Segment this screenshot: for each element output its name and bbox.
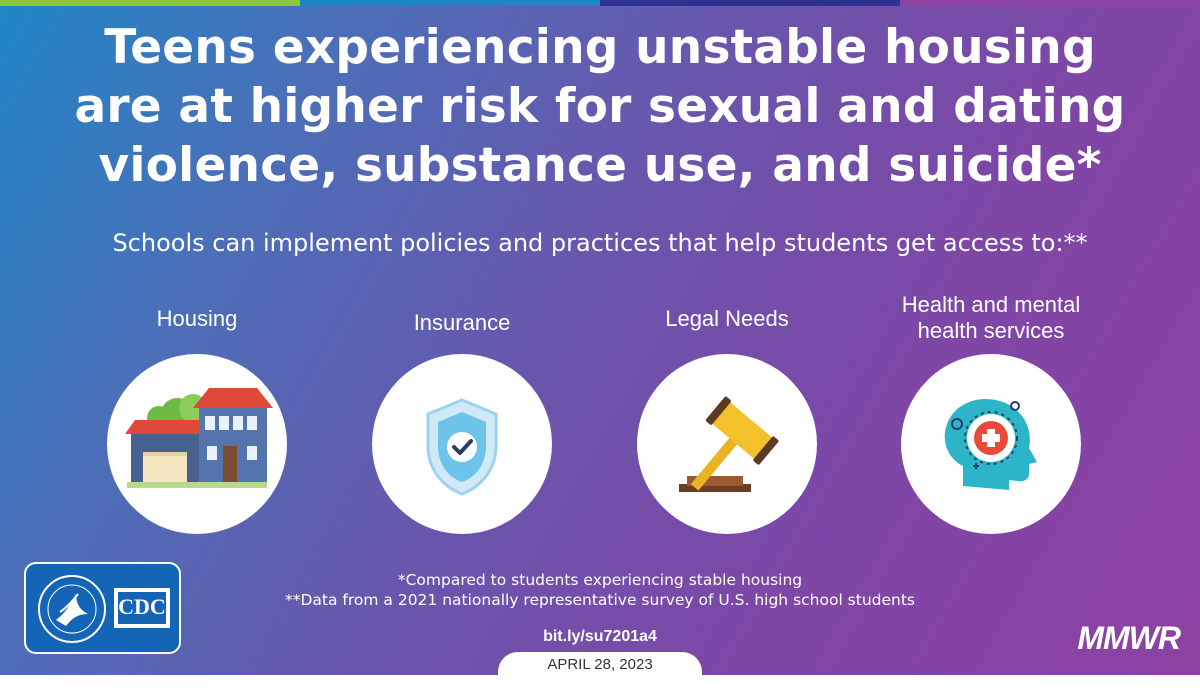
item-insurance: Insurance: [322, 290, 602, 540]
headline-line-2: are at higher risk for sexual and dating: [74, 79, 1126, 134]
cdc-wordmark: CDC: [118, 594, 166, 619]
report-link[interactable]: bit.ly/su7201a4: [450, 628, 750, 646]
footnote-1: *Compared to students experiencing stabl…: [397, 571, 803, 589]
item-label: Insurance: [413, 310, 511, 335]
item-legal-needs: Legal Needs: [587, 290, 867, 540]
headline-line-3: violence, substance use, and suicide*: [98, 138, 1102, 193]
mmwr-logo: MMWR: [1077, 620, 1181, 656]
hhs-cdc-logo: CDC: [24, 562, 181, 654]
hhs-eagle-icon: [38, 575, 106, 643]
publication-date: APRIL 28, 2023: [547, 656, 653, 673]
item-label: Health and mental health services: [851, 292, 1131, 344]
item-label: Legal Needs: [665, 306, 789, 331]
footnotes: *Compared to students experiencing stabl…: [200, 570, 1000, 610]
item-housing: Housing: [57, 290, 337, 540]
mental-health-icon: [901, 354, 1081, 534]
shield-check-icon: [372, 354, 552, 534]
item-label: Housing: [156, 306, 238, 331]
subtitle: Schools can implement policies and pract…: [112, 229, 1088, 257]
gavel-icon: [637, 354, 817, 534]
headline: Teens experiencing unstable housing are …: [30, 18, 1170, 195]
item-label-line-1: Health and mental: [901, 292, 1081, 317]
footnote-2: **Data from a 2021 nationally representa…: [284, 591, 916, 609]
item-label-line-2: health services: [917, 318, 1065, 343]
top-color-bar: [0, 0, 1200, 6]
headline-line-1: Teens experiencing unstable housing: [104, 20, 1096, 75]
item-health-services: Health and mental health services: [851, 290, 1131, 540]
house-icon: [107, 354, 287, 534]
